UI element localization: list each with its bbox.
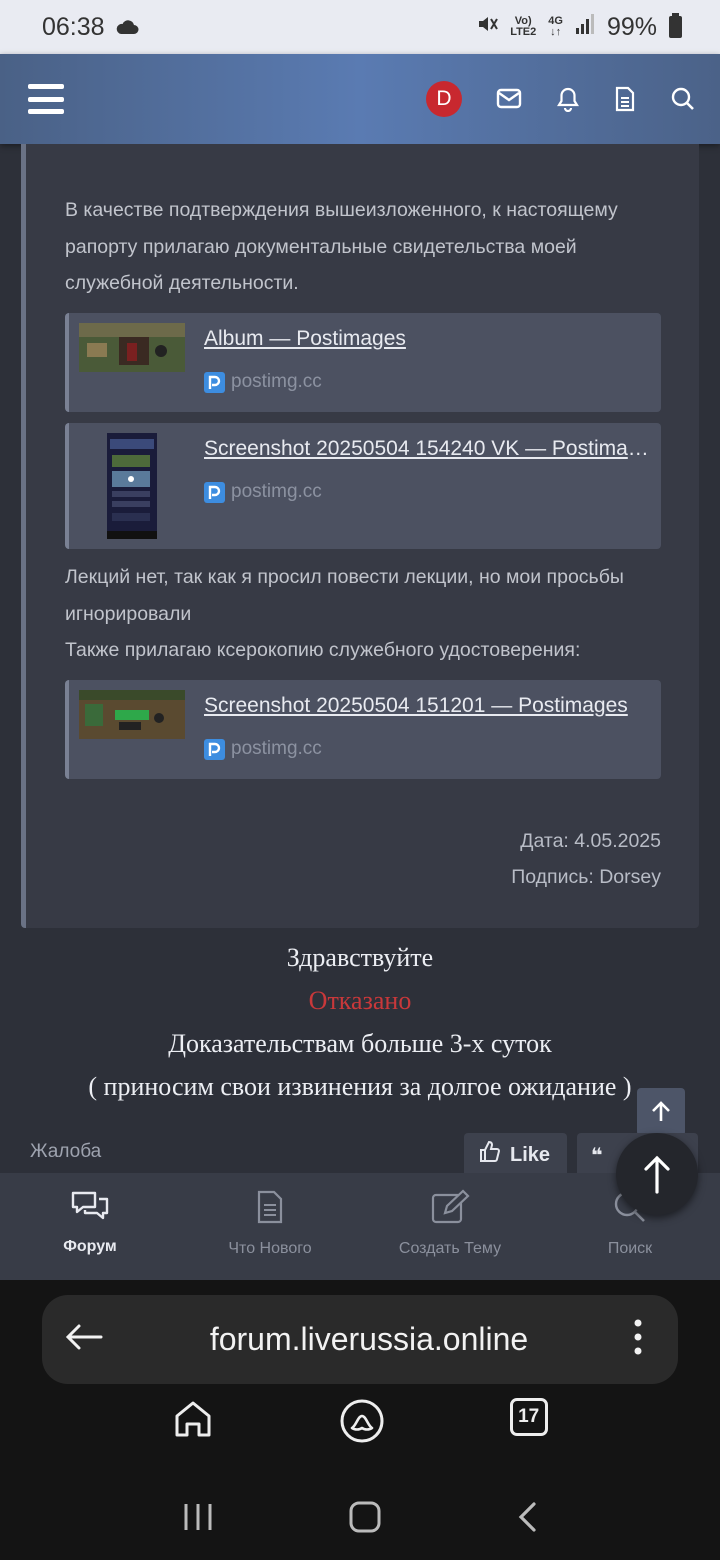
thumbs-up-icon xyxy=(478,1140,502,1170)
like-button[interactable]: Like xyxy=(464,1133,567,1177)
nav-label: Создать Тему xyxy=(398,1240,502,1257)
link-thumbnail xyxy=(79,433,185,539)
home-button-icon[interactable] xyxy=(348,1500,382,1539)
post-signature: Подпись: Dorsey xyxy=(511,866,661,888)
network-volte-icon: Vo) LTE2 xyxy=(510,15,537,38)
assistant-icon[interactable] xyxy=(339,1398,385,1449)
post-body: В качестве подтверждения вышеизложенного… xyxy=(21,144,699,928)
nav-label: Поиск xyxy=(607,1240,653,1257)
link-thumbnail xyxy=(79,323,185,372)
post-paragraph: Лекций нет, так как я просил повести лек… xyxy=(65,566,624,625)
signal-icon xyxy=(575,13,595,42)
nav-label: Форум xyxy=(63,1238,117,1255)
link-preview-card[interactable]: Screenshot 20250504 154240 VK — Postimag… xyxy=(65,423,661,549)
document-icon xyxy=(255,1189,285,1230)
reply-apology: ( приносим свои извинения за долгое ожид… xyxy=(88,1072,632,1101)
like-label: Like xyxy=(510,1143,551,1166)
forum-bottom-nav: Форум Что Нового Создать Тему Поиск xyxy=(0,1173,720,1280)
battery-percent: 99% xyxy=(606,12,657,41)
link-domain: postimg.cc xyxy=(204,481,322,503)
avatar[interactable]: D xyxy=(426,81,462,117)
nav-create-thread[interactable]: Создать Тему xyxy=(360,1173,540,1280)
bell-icon[interactable] xyxy=(556,86,580,112)
postimages-icon xyxy=(204,738,225,760)
link-title[interactable]: Screenshot 20250504 154240 VK — Postimag… xyxy=(204,437,649,461)
chat-icon xyxy=(69,1189,111,1228)
post-paragraph: В качестве подтверждения вышеизложенного… xyxy=(65,199,618,294)
postimages-icon xyxy=(204,481,225,503)
reply-reason: Доказательствам больше 3-х суток xyxy=(168,1029,552,1058)
nav-label: Что Нового xyxy=(228,1240,312,1257)
post-date: Дата: 4.05.2025 xyxy=(520,830,661,852)
reply-greeting: Здравствуйте xyxy=(286,943,434,972)
cloud-icon xyxy=(115,13,139,42)
recent-apps-icon[interactable] xyxy=(183,1502,213,1537)
link-title[interactable]: Screenshot 20250504 151201 — Postimages xyxy=(204,694,649,718)
document-icon[interactable] xyxy=(614,86,636,112)
nav-whats-new[interactable]: Что Нового xyxy=(180,1173,360,1280)
tabs-count-button[interactable]: 17 xyxy=(509,1398,548,1436)
link-domain: postimg.cc xyxy=(204,738,322,760)
report-link[interactable]: Жалоба xyxy=(30,1141,101,1163)
link-preview-card[interactable]: Album — Postimages postimg.cc xyxy=(65,313,661,412)
browser-chrome: forum.liverussia.online 17 xyxy=(0,1280,720,1560)
address-bar[interactable]: forum.liverussia.online xyxy=(42,1295,678,1384)
battery-icon xyxy=(669,13,682,38)
post-paragraph: Также прилагаю ксерокопию служебного удо… xyxy=(65,639,581,661)
nav-forum[interactable]: Форум xyxy=(0,1173,180,1280)
scroll-top-small-button[interactable] xyxy=(637,1088,685,1136)
url-text[interactable]: forum.liverussia.online xyxy=(104,1321,634,1358)
link-domain: postimg.cc xyxy=(204,371,322,393)
more-options-icon[interactable] xyxy=(634,1319,678,1360)
back-arrow-icon[interactable] xyxy=(42,1321,104,1358)
postimages-icon xyxy=(204,371,225,393)
home-icon[interactable] xyxy=(172,1398,214,1449)
forum-header: D xyxy=(0,54,720,144)
mute-icon xyxy=(476,13,499,42)
reply-verdict: Отказано xyxy=(308,986,412,1015)
search-icon[interactable] xyxy=(670,86,696,112)
link-preview-card[interactable]: Screenshot 20250504 151201 — Postimages … xyxy=(65,680,661,779)
edit-icon xyxy=(429,1189,471,1230)
mail-icon[interactable] xyxy=(496,88,522,110)
link-thumbnail xyxy=(79,690,185,739)
quote-icon: ❝ xyxy=(591,1144,603,1167)
menu-icon[interactable] xyxy=(28,84,64,114)
back-icon[interactable] xyxy=(517,1501,537,1538)
network-4g-icon: 4G ↓↑ xyxy=(548,15,563,38)
status-time: 06:38 xyxy=(42,12,105,41)
scroll-to-top-button[interactable] xyxy=(616,1133,698,1215)
link-title[interactable]: Album — Postimages xyxy=(204,327,649,351)
status-bar: 06:38 Vo) LTE2 4G ↓↑ 99% xyxy=(0,0,720,54)
